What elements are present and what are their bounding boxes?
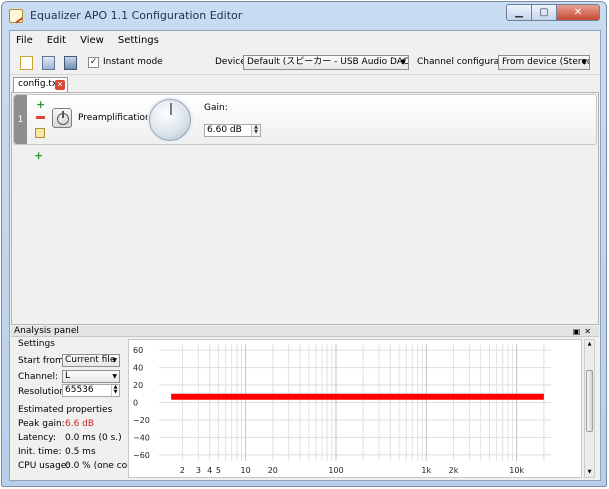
start-from-label: Start from: <box>18 356 67 366</box>
y-tick-label: 60 <box>133 346 143 355</box>
menu-view[interactable]: View <box>80 35 104 46</box>
client-area: File Edit View Settings ✓ Instant mode D… <box>9 30 601 481</box>
chart-vertical-scrollbar[interactable]: ▲ ▼ <box>584 339 595 478</box>
start-from-select[interactable]: Current file ▼ <box>62 354 120 367</box>
filter-row: 1 + Preamplification: Gain: 6.60 dB ▲ ▼ <box>13 94 597 145</box>
app-window: Equalizer APO 1.1 Configuration Editor ▁… <box>1 1 607 487</box>
minimize-icon: ▁ <box>515 7 523 18</box>
x-tick-label: 1k <box>421 466 431 475</box>
resolution-label: Resolution: <box>18 387 69 397</box>
title-bar[interactable]: Equalizer APO 1.1 Configuration Editor ▁… <box>2 2 606 30</box>
menu-settings[interactable]: Settings <box>118 35 159 46</box>
close-panel-icon[interactable]: ✕ <box>584 327 595 336</box>
channel-config-select[interactable]: From device (Stereo) ▼ <box>498 55 590 70</box>
y-tick-label: 40 <box>133 364 143 373</box>
channel-select[interactable]: L ▼ <box>62 370 120 383</box>
x-tick-label: 4 <box>207 466 212 475</box>
new-file-icon[interactable] <box>20 56 33 70</box>
close-icon: ✕ <box>573 7 583 18</box>
chevron-down-icon: ▼ <box>581 58 587 66</box>
menu-edit[interactable]: Edit <box>47 35 66 46</box>
chevron-down-icon: ▼ <box>400 58 406 66</box>
toolbar: ✓ Instant mode Device: Default (スピーカー - … <box>10 51 600 75</box>
tab-close-icon[interactable]: ✕ <box>55 80 65 90</box>
filter-row-number[interactable]: 1 <box>14 95 27 144</box>
frequency-response-chart: 60 40 20 0 −20 −40 −60 2 3 4 5 10 20 100 1k 2k 10k <box>128 339 582 478</box>
frequency-response-svg: 60 40 20 0 −20 −40 −60 2 3 4 5 10 20 100 1k 2k 10k <box>133 344 551 475</box>
scroll-thumb[interactable] <box>586 370 593 432</box>
remove-filter-icon[interactable] <box>36 116 45 119</box>
init-time-label: Init. time: <box>18 447 62 457</box>
tab-config-txt[interactable]: config.txt ✕ <box>13 77 68 92</box>
maximize-icon: ▢ <box>539 7 549 18</box>
caption-buttons: ▁ ▢ ✕ <box>506 4 600 21</box>
settings-section-title: Settings <box>18 339 55 349</box>
chevron-down-icon: ▼ <box>112 373 117 380</box>
peak-gain-label: Peak gain: <box>18 419 65 429</box>
x-tick-label: 2k <box>449 466 459 475</box>
channel-value: L <box>65 371 71 381</box>
spin-updown-icon[interactable]: ▲ ▼ <box>111 385 119 396</box>
scroll-down-icon[interactable]: ▼ <box>585 468 594 477</box>
tab-strip: config.txt ✕ <box>10 76 600 92</box>
x-tick-label: 10 <box>241 466 251 475</box>
open-file-icon[interactable] <box>42 56 55 70</box>
analysis-panel-header: Analysis panel ▣✕ <box>11 326 599 337</box>
window-title: Equalizer APO 1.1 Configuration Editor <box>30 9 243 22</box>
edit-filter-icon[interactable] <box>35 128 45 138</box>
instant-mode-checkbox[interactable]: ✓ <box>88 57 99 68</box>
app-icon <box>9 9 23 23</box>
power-toggle-button[interactable] <box>52 108 72 128</box>
y-tick-label: −20 <box>133 416 150 425</box>
preamplification-label: Preamplification: <box>78 113 154 123</box>
resolution-input[interactable]: 65536 ▲ ▼ <box>62 384 120 397</box>
x-tick-label: 5 <box>216 466 221 475</box>
gain-value: 6.60 dB <box>207 125 242 135</box>
device-select[interactable]: Default (スピーカー - USB Audio DAC ) ▼ <box>243 55 409 70</box>
latency-value: 0.0 ms (0 s.) <box>65 433 122 443</box>
init-time-value: 0.5 ms <box>65 447 96 457</box>
x-tick-label: 2 <box>180 466 185 475</box>
chevron-down-icon: ▼ <box>112 357 117 364</box>
menu-file[interactable]: File <box>16 35 33 46</box>
instant-mode-label: Instant mode <box>103 57 163 67</box>
y-tick-label: 20 <box>133 381 143 390</box>
maximize-button[interactable]: ▢ <box>532 4 557 21</box>
analysis-panel-title: Analysis panel <box>14 326 79 336</box>
latency-label: Latency: <box>18 433 56 443</box>
y-tick-label: −60 <box>133 451 150 460</box>
filter-editor: 1 + Preamplification: Gain: 6.60 dB ▲ ▼ + <box>11 92 599 325</box>
x-tick-label: 100 <box>328 466 343 475</box>
gain-input[interactable]: 6.60 dB ▲ ▼ <box>204 124 261 137</box>
start-from-value: Current file <box>65 355 116 365</box>
spin-updown-icon[interactable]: ▲ ▼ <box>251 125 260 136</box>
menu-bar: File Edit View Settings <box>10 31 600 50</box>
close-button[interactable]: ✕ <box>557 4 600 21</box>
panel-buttons: ▣✕ <box>573 326 595 337</box>
float-panel-icon[interactable]: ▣ <box>573 327 585 336</box>
scroll-up-icon[interactable]: ▲ <box>585 340 594 349</box>
minimize-button[interactable]: ▁ <box>506 4 532 21</box>
cpu-usage-label: CPU usage: <box>18 461 70 471</box>
y-tick-label: −40 <box>133 433 150 442</box>
resolution-value: 65536 <box>65 385 94 395</box>
x-tick-label: 20 <box>268 466 278 475</box>
save-file-icon[interactable] <box>64 56 77 70</box>
add-filter-bottom-icon[interactable]: + <box>34 150 43 161</box>
gain-knob[interactable] <box>149 99 191 141</box>
x-tick-label: 3 <box>196 466 201 475</box>
add-filter-icon[interactable]: + <box>36 99 45 110</box>
y-tick-label: 0 <box>133 399 138 408</box>
gain-label: Gain: <box>204 103 228 113</box>
peak-gain-value: 6.6 dB <box>65 419 95 429</box>
channel-label: Channel: <box>18 372 58 382</box>
channel-config-value: From device (Stereo) <box>502 57 590 67</box>
analysis-panel: Analysis panel ▣✕ Settings Start from: C… <box>11 326 599 480</box>
x-tick-label: 10k <box>509 466 524 475</box>
estimated-section-title: Estimated properties <box>18 405 113 415</box>
device-select-value: Default (スピーカー - USB Audio DAC ) <box>247 57 409 67</box>
